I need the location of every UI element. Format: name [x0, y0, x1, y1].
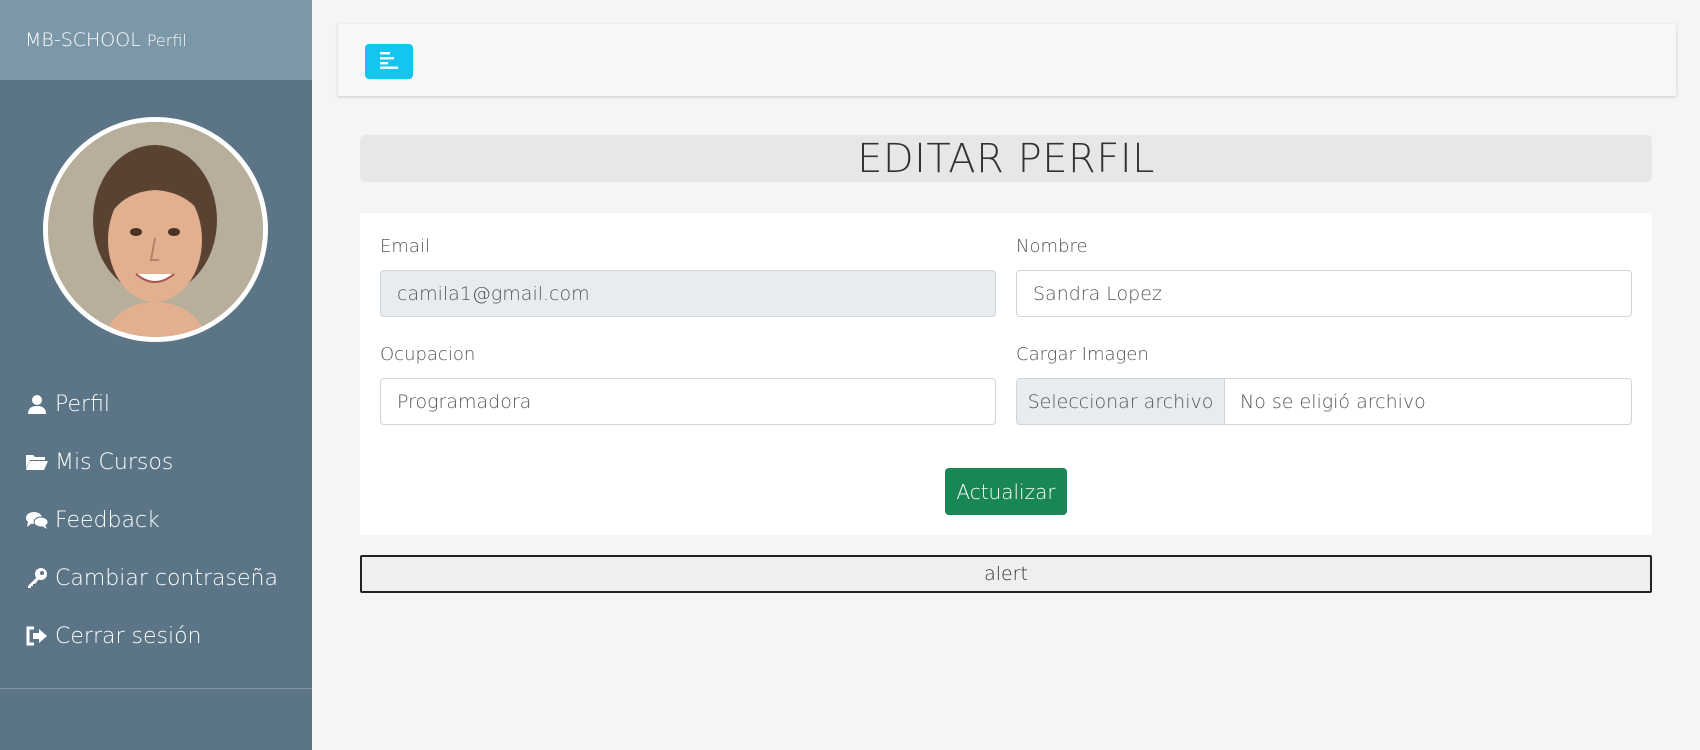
brand-bar[interactable]: MB-SCHOOL Perfil [0, 0, 312, 80]
brand-subtitle: Perfil [146, 30, 187, 50]
key-icon [25, 566, 49, 590]
sidebar-item-label: Cerrar sesión [55, 623, 202, 649]
image-file-input[interactable]: Seleccionar archivo No se eligió archivo [1016, 378, 1632, 425]
cargar-imagen-label: Cargar Imagen [1016, 344, 1149, 365]
avatar [48, 122, 263, 337]
email-field[interactable]: camila1@gmail.com [380, 270, 996, 317]
menu-align-left-icon [379, 51, 399, 73]
avatar-photo [48, 122, 263, 337]
actualizar-button[interactable]: Actualizar [945, 468, 1067, 515]
sidebar-item-label: Feedback [55, 507, 160, 533]
sidebar-item-label: Perfil [55, 391, 111, 417]
sidebar-item-feedback[interactable]: Feedback [0, 491, 312, 549]
sidebar-item-label: Cambiar contraseña [55, 565, 278, 591]
sidebar-item-cambiar-contrasena[interactable]: Cambiar contraseña [0, 549, 312, 607]
folder-open-icon [25, 450, 49, 474]
edit-profile-form: Email camila1@gmail.com Nombre Sandra Lo… [360, 213, 1652, 535]
alert-button[interactable]: alert [360, 555, 1652, 593]
nombre-field[interactable]: Sandra Lopez [1016, 270, 1632, 317]
imagen-field-group: Cargar Imagen Seleccionar archivo No se … [1016, 344, 1632, 425]
brand-name: MB-SCHOOL [25, 29, 141, 51]
comments-icon [25, 508, 49, 532]
sidebar-item-label: Mis Cursos [55, 449, 174, 475]
ocupacion-label: Ocupacion [380, 344, 476, 365]
select-file-button[interactable]: Seleccionar archivo [1017, 379, 1225, 424]
email-field-group: Email camila1@gmail.com [380, 236, 996, 317]
sidebar-item-mis-cursos[interactable]: Mis Cursos [0, 433, 312, 491]
sign-out-icon [25, 624, 49, 648]
ocupacion-field-group: Ocupacion Programadora [380, 344, 996, 425]
sidebar: MB-SCHOOL Perfil Perfil Mis Cursos Feedb… [0, 0, 312, 750]
ocupacion-field[interactable]: Programadora [380, 378, 996, 425]
nombre-label: Nombre [1016, 236, 1088, 257]
file-status-text: No se eligió archivo [1240, 390, 1426, 413]
user-icon [25, 392, 49, 416]
sidebar-nav: Perfil Mis Cursos Feedback Cambiar contr… [0, 375, 312, 665]
sidebar-item-perfil[interactable]: Perfil [0, 375, 312, 433]
top-navbar [338, 24, 1676, 96]
nombre-field-group: Nombre Sandra Lopez [1016, 236, 1632, 317]
sidebar-item-cerrar-sesion[interactable]: Cerrar sesión [0, 607, 312, 665]
page-title: EDITAR PERFIL [360, 135, 1652, 182]
sidebar-toggle-button[interactable] [365, 44, 413, 79]
avatar-frame [43, 117, 268, 342]
email-label: Email [380, 236, 430, 257]
sidebar-divider [0, 688, 312, 689]
